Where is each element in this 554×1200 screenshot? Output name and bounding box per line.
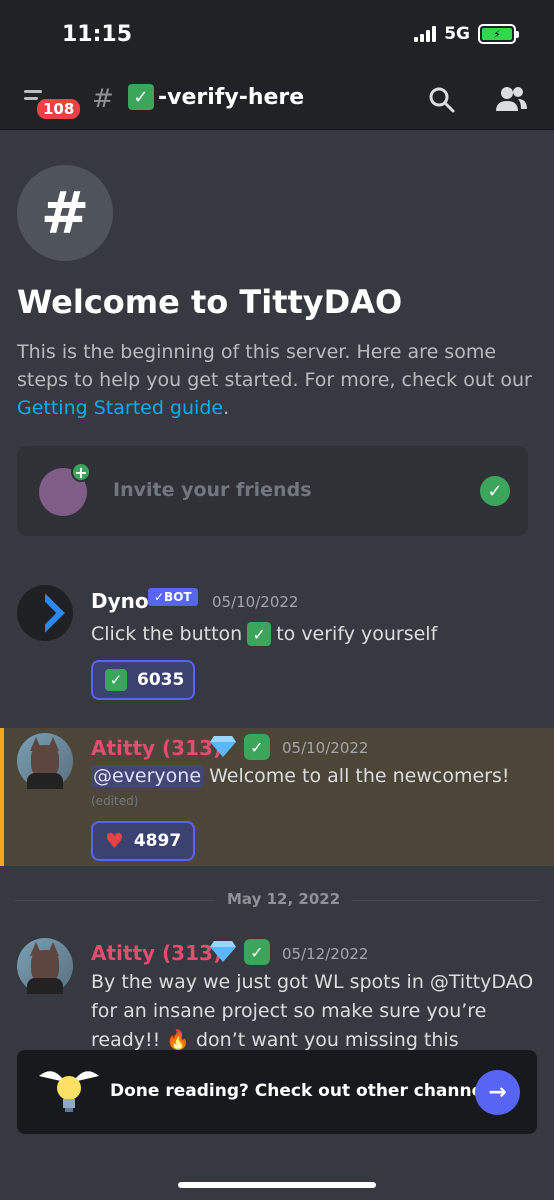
reaction-count: 6035	[137, 670, 185, 690]
message-author[interactable]: Atitty (313)	[91, 736, 222, 760]
diamond-icon	[210, 941, 236, 962]
dyno-avatar[interactable]	[17, 585, 73, 641]
message-text-part: to verify yourself	[276, 623, 438, 645]
status-icons: 5G ⚡	[414, 24, 519, 44]
message-text-part: Click the button	[91, 623, 243, 645]
network-type: 5G	[444, 24, 470, 44]
channel-header: 108 # ✓ -verify-here	[0, 70, 554, 130]
members-icon[interactable]	[494, 84, 528, 114]
edited-label: (edited)	[91, 794, 139, 808]
invite-label: Invite your friends	[113, 479, 312, 501]
search-icon[interactable]	[428, 86, 456, 114]
signal-icon	[414, 26, 437, 42]
invite-card[interactable]: + Invite your friends ✓	[17, 446, 528, 536]
reaction-count: 4897	[133, 831, 182, 851]
message-timestamp: 05/12/2022	[282, 945, 369, 963]
done-reading-text: Done reading? Check out other channels.	[110, 1081, 506, 1101]
check-emoji-icon: ✓	[128, 84, 154, 110]
channel-title[interactable]: ✓ -verify-here	[128, 84, 304, 110]
channel-hash-icon: #	[92, 84, 114, 114]
status-bar: 11:15 5G ⚡	[0, 0, 554, 70]
message-text: @everyone Welcome to all the newcomers!	[91, 765, 509, 787]
getting-started-link[interactable]: Getting Started guide	[17, 397, 223, 419]
plus-icon: +	[71, 462, 91, 482]
welcome-title: Welcome to TittyDAO	[17, 283, 403, 321]
atitty-avatar[interactable]	[17, 733, 73, 789]
completed-check-icon: ✓	[480, 476, 510, 506]
welcome-description: This is the beginning of this server. He…	[17, 338, 537, 422]
message-timestamp: 05/10/2022	[212, 593, 299, 611]
message-timestamp: 05/10/2022	[282, 739, 369, 757]
lightbulb-icon	[39, 1071, 99, 1112]
unread-badge: 108	[34, 96, 84, 122]
welcome-hash-icon: #	[17, 165, 113, 261]
message-text-part: Welcome to all the newcomers!	[203, 765, 510, 787]
heart-emoji-icon: ♥	[105, 829, 124, 853]
message-text: Click the button ✓ to verify yourself	[91, 622, 437, 646]
check-emoji-icon: ✓	[247, 622, 272, 646]
message-author[interactable]: Dyno	[91, 589, 149, 613]
atitty-avatar[interactable]	[17, 938, 73, 994]
home-indicator[interactable]	[178, 1182, 376, 1188]
verified-icon: ✓	[244, 939, 270, 965]
battery-icon: ⚡	[478, 24, 519, 44]
verified-icon: ✓	[244, 734, 270, 760]
channel-name-text: -verify-here	[158, 84, 305, 110]
status-time: 11:15	[62, 22, 133, 47]
reaction-check[interactable]: ✓ 6035	[91, 660, 195, 700]
welcome-period: .	[223, 397, 230, 419]
bot-badge: ✓BOT	[148, 588, 198, 606]
diamond-icon	[210, 736, 236, 757]
welcome-text: This is the beginning of this server. He…	[17, 341, 532, 391]
message-author[interactable]: Atitty (313)	[91, 941, 222, 965]
everyone-mention[interactable]: @everyone	[91, 765, 204, 787]
reaction-heart[interactable]: ♥ 4897	[91, 821, 195, 861]
check-emoji-icon: ✓	[105, 669, 127, 691]
done-reading-card[interactable]: Done reading? Check out other channels. …	[17, 1050, 537, 1134]
date-divider-label: May 12, 2022	[215, 890, 353, 908]
arrow-right-icon[interactable]: →	[475, 1070, 520, 1115]
message-text: By the way we just got WL spots in @Titt…	[91, 971, 534, 1051]
dyno-logo-icon	[25, 593, 65, 633]
mention-highlight	[0, 728, 554, 866]
menu-button[interactable]: 108	[24, 84, 84, 122]
